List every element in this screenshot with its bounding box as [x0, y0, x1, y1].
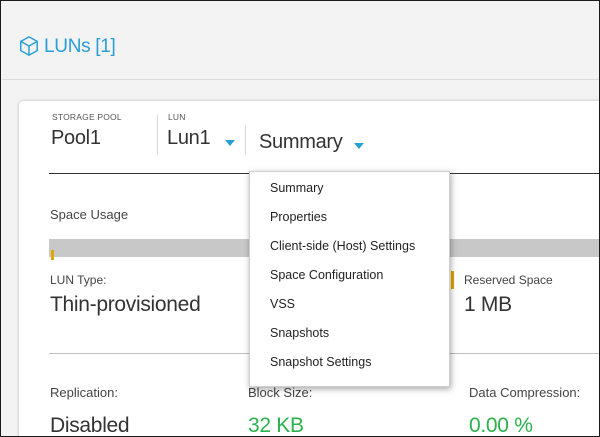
- menu-item-snapshots[interactable]: Snapshots: [270, 326, 329, 340]
- lun-type-value: Thin-provisioned: [50, 293, 201, 316]
- view-selector-value[interactable]: Summary: [259, 131, 343, 154]
- space-usage-marker: [51, 250, 54, 260]
- reserved-space-label: Reserved Space: [464, 273, 553, 287]
- replication-value: Disabled: [50, 414, 130, 437]
- selector-divider: [157, 115, 158, 155]
- reserved-space-value: 1 MB: [464, 293, 512, 316]
- lun-selector-value[interactable]: Lun1: [167, 127, 211, 150]
- data-compression-value: 0.00 %: [469, 414, 533, 437]
- storage-pool-label: STORAGE POOL: [52, 112, 122, 122]
- page-title: LUNs [1]: [44, 36, 116, 57]
- replication-label: Replication:: [50, 385, 118, 400]
- lun-type-label: LUN Type:: [50, 273, 107, 287]
- app-frame: LUNs [1] STORAGE POOL Pool1 LUN Lun1 Sum…: [0, 0, 600, 437]
- space-usage-label: Space Usage: [50, 207, 129, 222]
- page-header: LUNs [1]: [2, 2, 599, 80]
- menu-item-properties[interactable]: Properties: [270, 210, 327, 224]
- view-dropdown-menu: Summary Properties Client-side (Host) Se…: [249, 171, 450, 387]
- chevron-down-icon[interactable]: [354, 143, 364, 149]
- data-compression-label: Data Compression:: [469, 385, 581, 400]
- chevron-down-icon[interactable]: [225, 140, 235, 146]
- lun-selector-label: LUN: [168, 112, 186, 122]
- menu-item-client-side-settings[interactable]: Client-side (Host) Settings: [270, 239, 415, 253]
- menu-item-vss[interactable]: VSS: [270, 297, 295, 311]
- storage-pool-value[interactable]: Pool1: [51, 127, 101, 150]
- menu-item-snapshot-settings[interactable]: Snapshot Settings: [270, 355, 371, 369]
- menu-item-space-configuration[interactable]: Space Configuration: [270, 268, 383, 282]
- selector-divider: [245, 125, 246, 155]
- cube-icon: [20, 36, 38, 56]
- block-size-label: Block Size:: [248, 385, 313, 400]
- block-size-value: 32 KB: [248, 414, 304, 437]
- reserved-space-marker: [451, 271, 454, 289]
- menu-item-summary[interactable]: Summary: [270, 181, 323, 195]
